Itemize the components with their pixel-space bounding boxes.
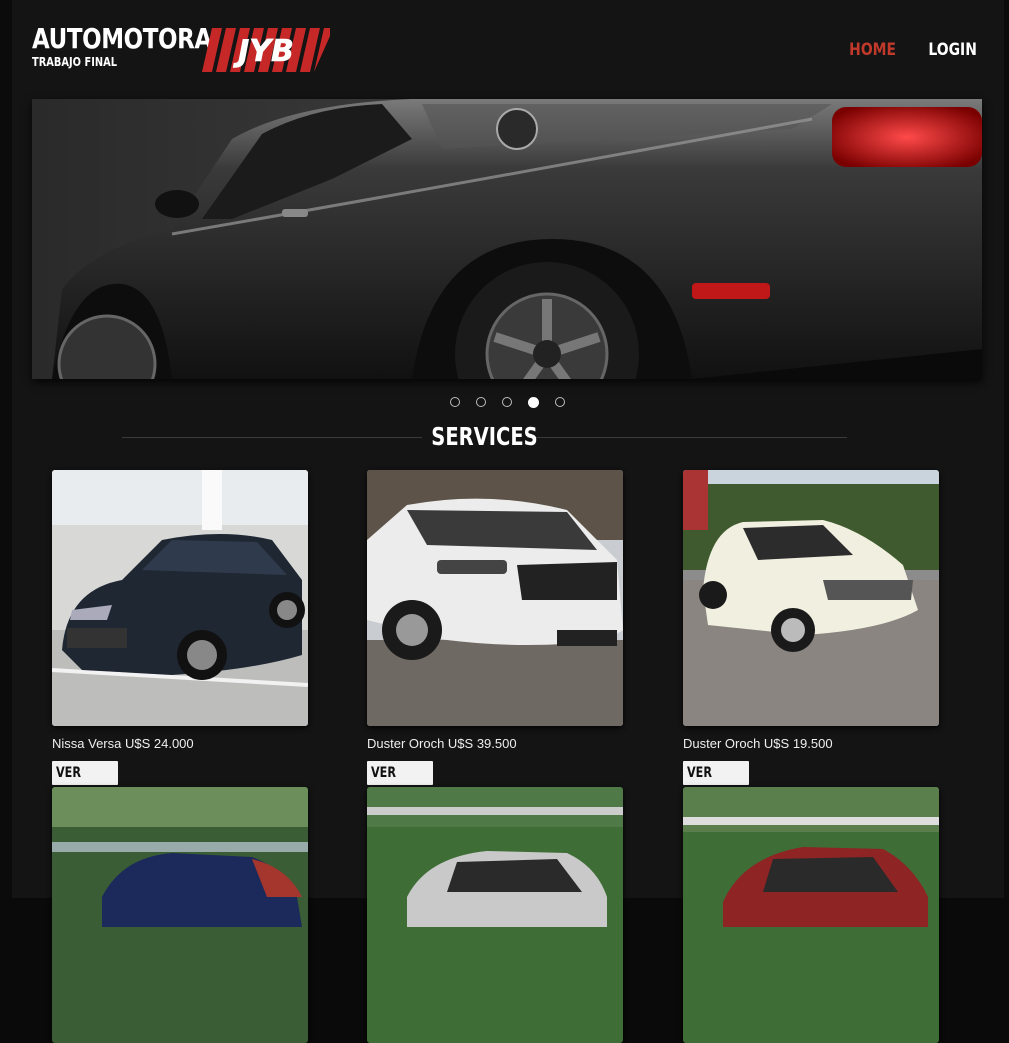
car-photo[interactable] <box>367 787 623 1043</box>
carousel-dot-5[interactable] <box>555 397 565 407</box>
hero-slide[interactable] <box>32 99 982 379</box>
car-card: Nissa Versa U$S 24.000 VER MAS <box>52 470 308 806</box>
car-photo[interactable] <box>52 787 308 1043</box>
car-caption: Duster Oroch U$S 39.500 <box>367 736 517 751</box>
hero-car-image <box>32 99 982 379</box>
car-photo[interactable] <box>367 470 623 726</box>
main-nav: HOME LOGIN <box>844 40 982 60</box>
car-card <box>683 787 939 1043</box>
page: AUTOMOTORA TRABAJO FINAL JYB HOME LOGIN <box>12 0 1004 1043</box>
carousel-dot-4[interactable] <box>528 396 539 408</box>
carousel-dots <box>450 396 565 408</box>
car-card <box>52 787 308 1043</box>
ver-mas-button[interactable]: VER MAS <box>52 761 118 805</box>
car-caption: Nissa Versa U$S 24.000 <box>52 736 194 751</box>
logo-text: JYB <box>233 34 294 69</box>
ver-mas-button[interactable]: VER MAS <box>367 761 433 805</box>
section-heading: SERVICES <box>122 422 847 452</box>
car-card: Duster Oroch U$S 39.500 VER MAS <box>367 470 623 806</box>
page-left-edge <box>0 0 12 898</box>
brand-title: AUTOMOTORA <box>32 22 212 55</box>
car-card <box>367 787 623 1043</box>
carousel-dot-3[interactable] <box>502 397 512 407</box>
jyb-logo[interactable]: JYB <box>202 26 330 74</box>
car-caption: Duster Oroch U$S 19.500 <box>683 736 833 751</box>
nav-login[interactable]: LOGIN <box>928 40 977 60</box>
car-card: Duster Oroch U$S 19.500 VER MAS <box>683 470 939 806</box>
brand-subtitle: TRABAJO FINAL <box>32 55 117 69</box>
car-photo[interactable] <box>683 470 939 726</box>
ver-mas-button[interactable]: VER MAS <box>683 761 749 805</box>
section-title: SERVICES <box>431 422 538 451</box>
carousel-dot-2[interactable] <box>476 397 486 407</box>
page-right-edge <box>1004 0 1009 898</box>
car-photo[interactable] <box>683 787 939 1043</box>
nav-home[interactable]: HOME <box>849 40 896 60</box>
car-photo[interactable] <box>52 470 308 726</box>
carousel-dot-1[interactable] <box>450 397 460 407</box>
